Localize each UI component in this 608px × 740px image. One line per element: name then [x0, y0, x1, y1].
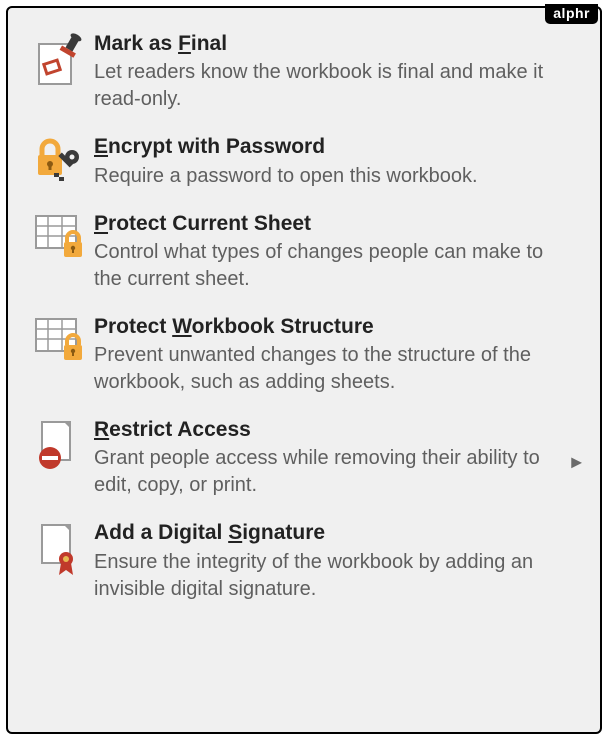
watermark-badge: alphr [545, 4, 598, 24]
menu-item-title: Mark as Final [94, 30, 562, 57]
document-restrict-icon [24, 416, 94, 472]
menu-item-protect-workbook-structure[interactable]: Protect Workbook Structure Prevent unwan… [24, 307, 590, 410]
menu-item-add-digital-signature[interactable]: Add a Digital Signature Ensure the integ… [24, 513, 590, 616]
menu-item-encrypt-with-password[interactable]: Encrypt with Password Require a password… [24, 127, 590, 203]
menu-item-text: Add a Digital Signature Ensure the integ… [94, 519, 590, 602]
menu-item-text: Protect Current Sheet Control what types… [94, 210, 590, 293]
stamp-icon [24, 30, 94, 86]
menu-item-desc: Control what types of changes people can… [94, 239, 562, 293]
menu-item-text: Restrict Access Grant people access whil… [94, 416, 590, 499]
menu-item-desc: Prevent unwanted changes to the structur… [94, 342, 562, 396]
menu-item-desc: Require a password to open this workbook… [94, 163, 562, 190]
menu-item-title: Restrict Access [94, 416, 562, 443]
workbook-lock-icon [24, 313, 94, 365]
menu-item-title: Protect Current Sheet [94, 210, 562, 237]
menu-item-text: Protect Workbook Structure Prevent unwan… [94, 313, 590, 396]
menu-item-text: Mark as Final Let readers know the workb… [94, 30, 590, 113]
menu-item-title: Protect Workbook Structure [94, 313, 562, 340]
lock-key-icon [24, 133, 94, 185]
menu-item-mark-as-final[interactable]: Mark as Final Let readers know the workb… [24, 24, 590, 127]
submenu-arrow-icon: ▶ [571, 453, 582, 470]
menu-item-text: Encrypt with Password Require a password… [94, 133, 590, 189]
menu-item-title: Add a Digital Signature [94, 519, 562, 546]
menu-item-desc: Ensure the integrity of the workbook by … [94, 549, 562, 603]
menu-item-protect-current-sheet[interactable]: Protect Current Sheet Control what types… [24, 204, 590, 307]
menu-list: Mark as Final Let readers know the workb… [24, 24, 590, 617]
sheet-lock-icon [24, 210, 94, 262]
menu-item-title: Encrypt with Password [94, 133, 562, 160]
menu-item-desc: Let readers know the workbook is final a… [94, 59, 562, 113]
menu-item-restrict-access[interactable]: Restrict Access Grant people access whil… [24, 410, 590, 513]
protect-workbook-menu: Mark as Final Let readers know the workb… [6, 6, 602, 734]
menu-item-desc: Grant people access while removing their… [94, 445, 562, 499]
document-ribbon-icon [24, 519, 94, 577]
